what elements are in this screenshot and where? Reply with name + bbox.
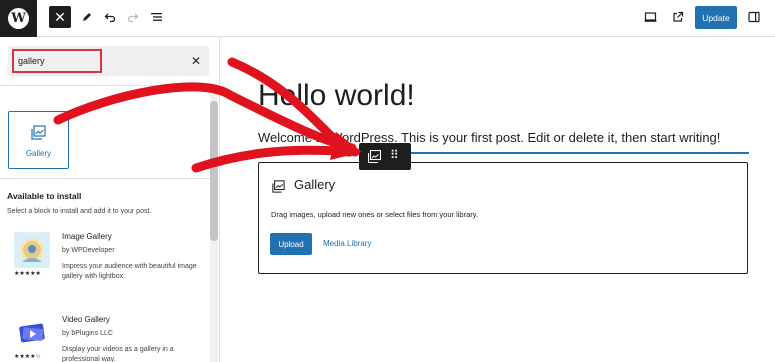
sidebar-toggle-icon bbox=[748, 11, 760, 23]
pencil-icon bbox=[83, 13, 91, 21]
gallery-block-result[interactable]: Gallery bbox=[8, 111, 69, 169]
block-toolbar: ⠿ bbox=[359, 143, 411, 170]
plugin-author: by WPDeveloper bbox=[62, 247, 115, 254]
gallery-block-placeholder[interactable]: Gallery Drag images, upload new ones or … bbox=[258, 162, 748, 274]
drag-handle-icon[interactable]: ⠿ bbox=[390, 148, 399, 162]
scrollbar-thumb[interactable] bbox=[210, 101, 218, 241]
plugin-author: by bPlugins LLC bbox=[62, 330, 113, 337]
block-result-label: Gallery bbox=[25, 149, 52, 158]
update-button[interactable]: Update bbox=[695, 6, 737, 29]
divider bbox=[0, 178, 210, 179]
post-title[interactable]: Hello world! bbox=[258, 79, 415, 113]
external-link-icon bbox=[673, 11, 684, 22]
editor-canvas: Hello world! Welcome to WordPress. This … bbox=[221, 37, 775, 362]
block-inserter-panel: ✕ Gallery Available to install Select a … bbox=[0, 37, 220, 362]
media-library-button[interactable]: Media Library bbox=[323, 239, 371, 248]
inserter-scrollbar[interactable] bbox=[210, 86, 218, 362]
redo-icon bbox=[127, 13, 139, 23]
video-gallery-plugin-icon bbox=[14, 315, 50, 351]
tools-pencil-button[interactable] bbox=[77, 7, 97, 27]
plugin-name: Video Gallery bbox=[62, 315, 110, 324]
available-to-install-description: Select a block to install and add it to … bbox=[7, 208, 152, 215]
block-type-gallery-icon[interactable] bbox=[368, 150, 381, 163]
view-post-button[interactable] bbox=[668, 7, 688, 27]
close-inserter-button[interactable]: ✕ bbox=[49, 6, 71, 28]
editor-top-bar: W ✕ Update bbox=[0, 0, 775, 37]
undo-icon bbox=[104, 13, 116, 23]
document-overview-button[interactable] bbox=[146, 7, 166, 27]
undo-button[interactable] bbox=[100, 7, 120, 27]
block-search-box: ✕ bbox=[8, 46, 209, 76]
list-view-icon bbox=[150, 13, 162, 21]
clear-search-button[interactable]: ✕ bbox=[189, 54, 203, 68]
divider bbox=[0, 85, 219, 86]
gallery-block-instructions: Drag images, upload new ones or select f… bbox=[271, 210, 479, 219]
plugin-description: Impress your audience with beautiful ima… bbox=[62, 263, 197, 280]
available-to-install-heading: Available to install bbox=[7, 191, 82, 201]
insertion-point-indicator bbox=[258, 152, 749, 154]
plugin-rating: ★★★★★ bbox=[14, 271, 41, 277]
upload-button[interactable]: Upload bbox=[270, 233, 312, 255]
gallery-icon bbox=[272, 180, 285, 193]
gallery-block-title: Gallery bbox=[294, 177, 336, 192]
settings-sidebar-button[interactable] bbox=[744, 7, 764, 27]
plugin-description: Display your videos as a gallery in a pr… bbox=[62, 346, 174, 362]
block-search-input[interactable] bbox=[12, 49, 102, 73]
image-gallery-plugin-icon bbox=[14, 232, 50, 268]
redo-button[interactable] bbox=[123, 7, 143, 27]
gallery-icon bbox=[31, 125, 46, 140]
wordpress-logo-icon: W bbox=[8, 8, 29, 29]
paragraph-block[interactable]: Welcome to WordPress. This is your first… bbox=[258, 130, 720, 145]
wordpress-logo-button[interactable]: W bbox=[0, 0, 37, 37]
preview-button[interactable] bbox=[640, 7, 660, 27]
plugin-rating: ★★★★☆ bbox=[14, 354, 41, 360]
plugin-name: Image Gallery bbox=[62, 232, 112, 241]
desktop-preview-icon bbox=[644, 12, 656, 22]
